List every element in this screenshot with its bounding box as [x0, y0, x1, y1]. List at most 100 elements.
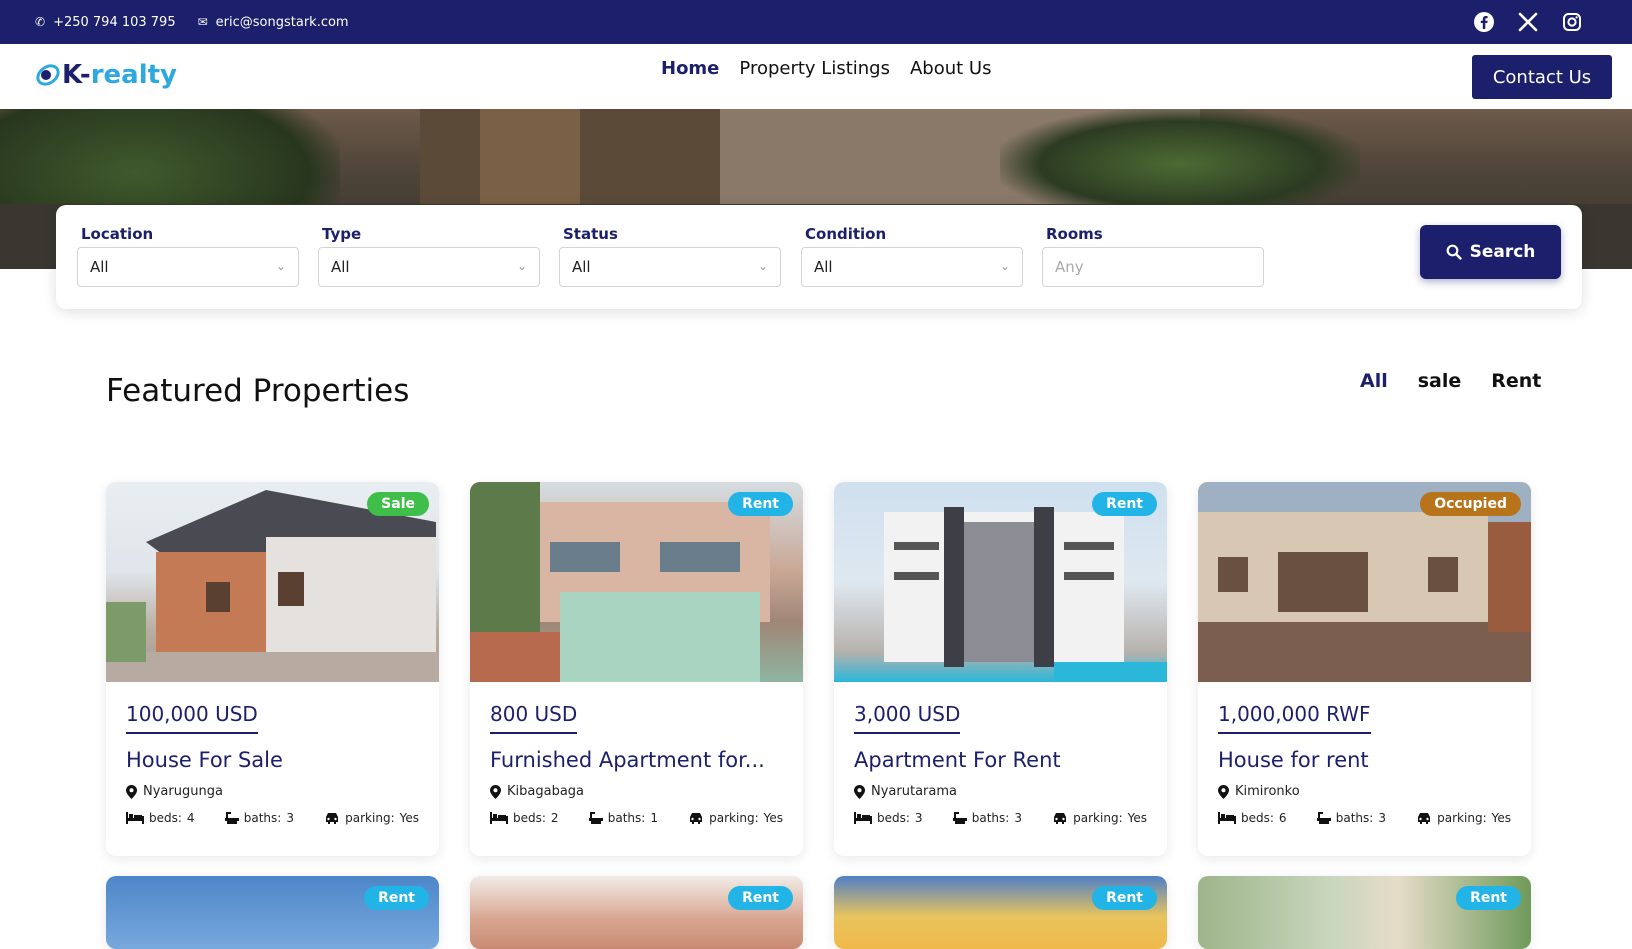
status-badge: Sale: [367, 492, 429, 516]
property-image[interactable]: Rent: [1198, 876, 1531, 949]
property-title[interactable]: House For Sale: [126, 748, 419, 772]
property-location: Nyarugunga: [126, 784, 419, 799]
type-label: Type: [322, 225, 362, 243]
nav-about-us[interactable]: About Us: [910, 58, 992, 79]
property-features: beds: 3 baths: 3 parking: Yes: [854, 811, 1147, 825]
property-card[interactable]: Rent: [1198, 876, 1531, 949]
parking-info: parking: Yes: [324, 811, 419, 825]
status-value: All: [572, 258, 591, 276]
baths-value: 3: [286, 811, 294, 825]
parking-label: parking:: [1073, 811, 1123, 825]
location-text: Nyarutarama: [871, 784, 957, 799]
main-navbar: K-realty Home Property Listings About Us…: [0, 44, 1632, 109]
property-location: Kimironko: [1218, 784, 1511, 799]
chevron-down-icon: ⌄: [999, 259, 1010, 273]
parking-value: Yes: [399, 811, 419, 825]
bed-icon: [1218, 812, 1236, 824]
condition-select[interactable]: All ⌄: [801, 247, 1023, 287]
parking-label: parking:: [1437, 811, 1487, 825]
search-button[interactable]: Search: [1420, 225, 1561, 279]
email-contact[interactable]: ✉ eric@songstark.com: [198, 15, 349, 30]
nav-property-listings[interactable]: Property Listings: [739, 58, 890, 79]
status-field: Status All ⌄: [559, 225, 781, 287]
location-text: Kimironko: [1235, 784, 1300, 799]
logo-swirl-icon: [36, 64, 60, 86]
location-pin-icon: [1218, 784, 1229, 799]
property-price: 3,000 USD: [854, 702, 961, 734]
property-image[interactable]: Rent: [470, 876, 803, 949]
location-select[interactable]: All ⌄: [77, 247, 299, 287]
property-card[interactable]: Rent: [106, 876, 439, 949]
property-image[interactable]: Occupied: [1198, 482, 1531, 682]
beds-value: 6: [1278, 811, 1287, 825]
beds-info: beds: 3: [854, 811, 923, 825]
phone-contact[interactable]: ✆ +250 794 103 795: [35, 15, 176, 30]
nav-menu: Home Property Listings About Us: [661, 58, 991, 79]
bath-icon: [588, 812, 603, 824]
car-icon: [690, 813, 703, 824]
logo-k: K-: [62, 60, 91, 90]
baths-value: 3: [1378, 811, 1386, 825]
status-label: Status: [563, 225, 618, 243]
property-image[interactable]: Rent: [106, 876, 439, 949]
property-price: 1,000,000 RWF: [1218, 702, 1371, 734]
property-image[interactable]: Rent: [470, 482, 803, 682]
property-price: 100,000 USD: [126, 702, 258, 734]
x-icon[interactable]: [1517, 11, 1539, 33]
filter-sale[interactable]: sale: [1418, 370, 1462, 392]
property-search-panel: Location All ⌄ Type All ⌄ Status All ⌄ Cond…: [56, 205, 1582, 309]
nav-home[interactable]: Home: [661, 58, 719, 79]
filter-rent[interactable]: Rent: [1491, 370, 1541, 392]
beds-label: beds:: [877, 811, 910, 825]
location-field: Location All ⌄: [77, 225, 299, 287]
status-badge: Rent: [728, 492, 793, 516]
baths-label: baths:: [607, 811, 646, 825]
parking-info: parking: Yes: [1052, 811, 1147, 825]
property-card[interactable]: Rent: [834, 876, 1167, 949]
property-card[interactable]: Sale 100,000 USD House For Sale Nyarugun…: [106, 482, 439, 856]
property-location: Nyarutarama: [854, 784, 1147, 799]
property-price: 800 USD: [490, 702, 578, 734]
bath-icon: [224, 812, 239, 824]
property-location: Kibagabaga: [490, 784, 783, 799]
location-label: Location: [81, 225, 154, 243]
property-title[interactable]: House for rent: [1218, 748, 1511, 772]
baths-info: baths: 3: [952, 811, 1022, 825]
property-image[interactable]: Rent: [834, 482, 1167, 682]
status-badge: Rent: [728, 886, 793, 910]
location-text: Kibagabaga: [507, 784, 585, 799]
beds-value: 4: [186, 811, 195, 825]
property-card[interactable]: Occupied 1,000,000 RWF House for rent Ki…: [1198, 482, 1531, 856]
instagram-icon[interactable]: [1561, 11, 1583, 33]
type-value: All: [331, 258, 350, 276]
status-badge: Occupied: [1420, 492, 1521, 516]
chevron-down-icon: ⌄: [516, 259, 527, 273]
baths-value: 1: [650, 811, 658, 825]
status-select[interactable]: All ⌄: [559, 247, 781, 287]
rooms-input[interactable]: Any: [1042, 247, 1264, 287]
beds-label: beds:: [1241, 811, 1274, 825]
mail-icon: ✉: [197, 15, 208, 29]
property-title[interactable]: Apartment For Rent: [854, 748, 1147, 772]
property-features: beds: 4 baths: 3 parking: Yes: [126, 811, 419, 825]
top-bar: ✆ +250 794 103 795 ✉ eric@songstark.com: [0, 0, 1632, 44]
baths-label: baths:: [1335, 811, 1374, 825]
filter-all[interactable]: All: [1360, 370, 1388, 392]
property-image[interactable]: Sale: [106, 482, 439, 682]
property-card[interactable]: Rent 800 USD Furnished Apartment for... …: [470, 482, 803, 856]
property-image[interactable]: Rent: [834, 876, 1167, 949]
rooms-placeholder: Any: [1055, 258, 1084, 276]
property-card[interactable]: Rent: [470, 876, 803, 949]
property-card[interactable]: Rent 3,000 USD Apartment For Rent Nyarut…: [834, 482, 1167, 856]
property-title[interactable]: Furnished Apartment for...: [490, 748, 783, 772]
email-text: eric@songstark.com: [215, 14, 349, 30]
location-pin-icon: [490, 784, 501, 799]
contact-us-button[interactable]: Contact Us: [1472, 55, 1612, 99]
parking-value: Yes: [1127, 811, 1147, 825]
status-badge: Rent: [1092, 886, 1157, 910]
type-select[interactable]: All ⌄: [318, 247, 540, 287]
facebook-icon[interactable]: [1473, 11, 1495, 33]
logo[interactable]: K-realty: [34, 60, 177, 90]
parking-label: parking:: [709, 811, 759, 825]
car-icon: [1054, 813, 1067, 824]
